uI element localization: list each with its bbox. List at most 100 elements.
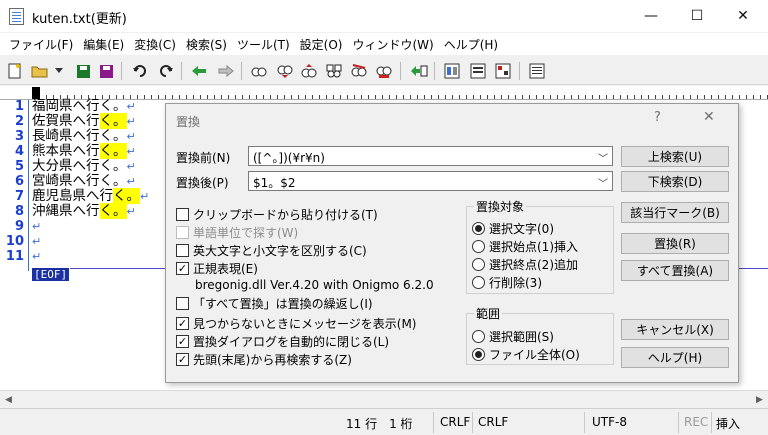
new-file-icon[interactable] bbox=[6, 62, 24, 80]
window-title: kuten.txt(更新) bbox=[32, 12, 127, 27]
newline-mark: ↵ bbox=[32, 250, 42, 263]
toolbar-separator bbox=[181, 62, 182, 80]
menu-help[interactable]: ヘルプ(H) bbox=[439, 33, 503, 55]
wrap-search-checkbox[interactable]: ✓ 先頭(末尾)から再検索する(Z) bbox=[176, 351, 352, 368]
newline-mark: ↵ bbox=[32, 220, 42, 233]
menu-edit[interactable]: 編集(E) bbox=[78, 33, 129, 55]
save-all-icon[interactable] bbox=[97, 62, 115, 80]
whole-word-checkbox[interactable]: 単語単位で探す(W) bbox=[176, 224, 298, 241]
toolbar-separator bbox=[241, 62, 242, 80]
target-insert-radio[interactable]: 選択始点(1)挿入 bbox=[472, 238, 578, 255]
menu-window[interactable]: ウィンドウ(W) bbox=[347, 33, 438, 55]
code-line: 沖縄県へ行く。↵ bbox=[32, 203, 136, 219]
eof-marker: [EOF] bbox=[32, 268, 70, 281]
open-folder-icon[interactable] bbox=[31, 62, 49, 80]
title-bar: kuten.txt(更新) — ☐ ✕ bbox=[0, 0, 768, 32]
range-group-title: 範囲 bbox=[474, 305, 503, 322]
match-case-checkbox[interactable]: 英大文字と小文字を区別する(C) bbox=[176, 242, 367, 259]
line-number: 9 bbox=[14, 219, 24, 234]
menu-search[interactable]: 検索(S) bbox=[181, 33, 232, 55]
scroll-right-icon[interactable]: ▶ bbox=[751, 391, 768, 408]
clear-search-icon[interactable] bbox=[350, 62, 368, 80]
replace-icon[interactable] bbox=[325, 62, 343, 80]
scroll-left-icon[interactable]: ◀ bbox=[0, 391, 17, 408]
line-number: 2 bbox=[14, 114, 24, 129]
menu-convert[interactable]: 変換(C) bbox=[129, 33, 181, 55]
menu-tools[interactable]: ツール(T) bbox=[232, 33, 295, 55]
target-group-title: 置換対象 bbox=[474, 198, 527, 215]
chevron-down-icon[interactable]: ﹀ bbox=[598, 150, 608, 165]
help-button[interactable]: ヘルプ(H) bbox=[621, 347, 729, 368]
open-dropdown-icon[interactable] bbox=[50, 62, 68, 80]
target-append-radio[interactable]: 選択終点(2)追加 bbox=[472, 256, 578, 273]
search-down-button[interactable]: 下検索(D) bbox=[621, 171, 729, 192]
replace-input[interactable]: $1。$2 ﹀ bbox=[248, 171, 613, 191]
dialog-close-button[interactable]: ✕ bbox=[703, 109, 715, 125]
newline-mark: ↵ bbox=[126, 160, 136, 173]
settings-icon[interactable] bbox=[528, 62, 546, 80]
code-line: ↵ bbox=[32, 249, 41, 264]
toolbar-separator bbox=[121, 62, 122, 80]
target-selection-radio[interactable]: 選択文字(0) bbox=[472, 220, 554, 237]
newline-mark: ↵ bbox=[126, 130, 136, 143]
menu-settings[interactable]: 設定(O) bbox=[295, 33, 348, 55]
replace-all-button[interactable]: すべて置換(A) bbox=[621, 260, 729, 281]
grep-icon[interactable] bbox=[375, 62, 393, 80]
cursor-position: 11 行 1 桁 bbox=[346, 417, 413, 431]
find-next-icon[interactable] bbox=[276, 62, 294, 80]
find-icon[interactable] bbox=[250, 62, 268, 80]
jump-forward-icon[interactable] bbox=[217, 62, 235, 80]
mark-lines-button[interactable]: 該当行マーク(B) bbox=[621, 202, 729, 223]
code-line: 福岡県へ行く。↵ bbox=[32, 98, 136, 114]
toolbar bbox=[0, 57, 768, 85]
target-delete-line-radio[interactable]: 行削除(3) bbox=[472, 274, 542, 291]
find-input[interactable]: ([^。])(¥r¥n) ﹀ bbox=[248, 146, 613, 166]
outline-icon[interactable] bbox=[494, 62, 512, 80]
line-number: 5 bbox=[14, 159, 24, 174]
eol-type-2[interactable]: CRLF bbox=[478, 415, 508, 429]
save-icon[interactable] bbox=[74, 62, 92, 80]
horizontal-scrollbar[interactable]: ◀ ▶ bbox=[0, 390, 768, 407]
find-label: 置換前(N) bbox=[176, 151, 231, 165]
regex-checkbox[interactable]: ✓ 正規表現(E) bbox=[176, 260, 258, 277]
eol-type[interactable]: CRLF bbox=[440, 415, 470, 429]
newline-mark: ↵ bbox=[126, 175, 136, 188]
paste-clipboard-checkbox[interactable]: クリップボードから貼り付ける(T) bbox=[176, 206, 378, 223]
show-message-checkbox[interactable]: ✓ 見つからないときにメッセージを表示(M) bbox=[176, 315, 416, 332]
code-line: 鹿児島県へ行く。↵ bbox=[32, 188, 150, 204]
jump-back-icon[interactable] bbox=[190, 62, 208, 80]
encoding[interactable]: UTF-8 bbox=[592, 415, 627, 429]
newline-mark: ↵ bbox=[126, 115, 136, 128]
newline-mark: ↵ bbox=[126, 205, 136, 218]
status-separator bbox=[678, 412, 679, 433]
match-highlight: く。 bbox=[99, 203, 127, 219]
chevron-down-icon[interactable]: ﹀ bbox=[598, 175, 608, 190]
menu-bar: ファイル(F) 編集(E) 変換(C) 検索(S) ツール(T) 設定(O) ウ… bbox=[0, 33, 768, 55]
find-prev-icon[interactable] bbox=[300, 62, 318, 80]
newline-mark: ↵ bbox=[126, 100, 136, 113]
repeat-replace-checkbox[interactable]: 「すべて置換」は置換の繰返し(I) bbox=[176, 295, 373, 312]
undo-icon[interactable] bbox=[131, 62, 149, 80]
replace-button[interactable]: 置換(R) bbox=[621, 233, 729, 254]
tag-jump-icon[interactable] bbox=[410, 62, 428, 80]
code-line: ↵ bbox=[32, 234, 41, 249]
search-up-button[interactable]: 上検索(U) bbox=[621, 146, 729, 167]
line-number: 4 bbox=[14, 144, 24, 159]
auto-close-checkbox[interactable]: ✓ 置換ダイアログを自動的に閉じる(L) bbox=[176, 333, 389, 350]
maximize-button[interactable]: ☐ bbox=[674, 0, 720, 32]
status-separator bbox=[584, 412, 585, 433]
menu-file[interactable]: ファイル(F) bbox=[4, 33, 78, 55]
close-button[interactable]: ✕ bbox=[720, 0, 766, 32]
range-selection-radio[interactable]: 選択範囲(S) bbox=[472, 328, 554, 345]
newline-mark: ↵ bbox=[32, 235, 42, 248]
minimize-button[interactable]: — bbox=[628, 0, 674, 32]
redo-icon[interactable] bbox=[157, 62, 175, 80]
cancel-button[interactable]: キャンセル(X) bbox=[621, 319, 729, 340]
insert-mode[interactable]: 挿入 bbox=[716, 415, 740, 432]
rec-indicator: REC bbox=[684, 415, 709, 429]
dialog-help-button[interactable]: ? bbox=[654, 110, 661, 125]
replace-dialog: 置換 ? ✕ 置換前(N) ([^。])(¥r¥n) ﹀ 置換後(P) $1。$… bbox=[165, 103, 739, 383]
range-whole-file-radio[interactable]: ファイル全体(O) bbox=[472, 346, 580, 363]
compare-icon[interactable] bbox=[443, 62, 461, 80]
diff-icon[interactable] bbox=[469, 62, 487, 80]
